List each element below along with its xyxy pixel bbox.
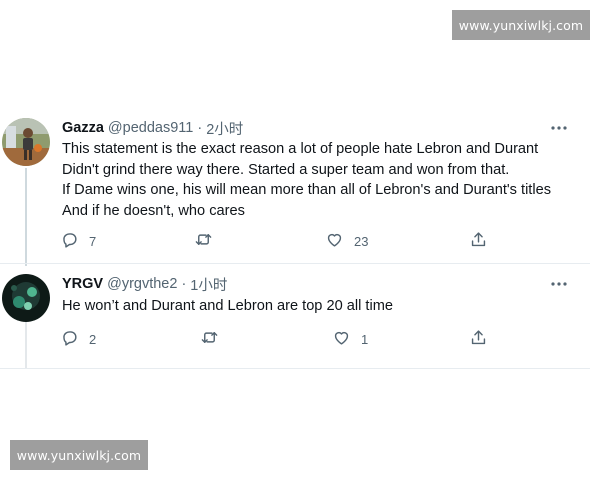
reply-count: 2: [89, 331, 97, 347]
avatar[interactable]: [2, 118, 50, 166]
more-horizontal-icon[interactable]: [548, 277, 570, 291]
like-count: 1: [361, 331, 369, 347]
watermark-top: www.yunxiwlkj.com: [452, 10, 590, 40]
retweet-icon: [194, 230, 213, 252]
like-icon: [332, 328, 351, 350]
retweet-icon: [200, 328, 219, 350]
share-button[interactable]: [469, 328, 488, 350]
tweet-text-line: If Dame wins one, his will mean more tha…: [62, 182, 552, 198]
watermark-bottom: www.yunxiwlkj.com: [10, 440, 148, 470]
reply-count: 7: [89, 233, 97, 249]
tweet-yrgv[interactable]: YRGV @yrgvthe2 · 1小时 He won’t and Durant…: [0, 270, 590, 370]
display-name[interactable]: YRGV: [62, 276, 103, 292]
separator-dot: ·: [181, 276, 187, 292]
reply-button[interactable]: 7: [60, 230, 96, 252]
like-button[interactable]: 1: [332, 328, 368, 350]
tweet-text-line: This statement is the exact reason a lot…: [62, 141, 539, 157]
tweet-text-line: And if he doesn't, who cares: [62, 202, 245, 219]
avatar-photo-basketball-court: [2, 118, 50, 166]
timestamp[interactable]: 2小时: [206, 118, 243, 139]
retweet-button[interactable]: [200, 328, 219, 350]
share-icon: [469, 328, 488, 350]
avatar-photo-dark-green: [2, 274, 50, 322]
tweet-header: Gazza @peddas911 · 2小时: [62, 118, 243, 138]
separator-dot: ·: [197, 120, 203, 136]
user-handle[interactable]: @yrgvthe2: [107, 276, 177, 292]
avatar[interactable]: [2, 274, 50, 322]
like-icon: [325, 230, 344, 252]
reply-icon: [60, 230, 79, 252]
tweet-actions: 2 1: [60, 328, 500, 350]
tweet-text: He won’t and Durant and Lebron are top 2…: [62, 296, 582, 317]
tweet-actions: 7 23: [60, 230, 500, 252]
tweet-divider: [0, 368, 590, 369]
like-button[interactable]: 23: [325, 230, 368, 252]
share-icon: [469, 230, 488, 252]
display-name[interactable]: Gazza: [62, 120, 104, 136]
tweet-divider: [0, 263, 590, 264]
timestamp[interactable]: 1小时: [190, 274, 227, 295]
tweet-gazza[interactable]: Gazza @peddas911 · 2小时 This statement is…: [0, 110, 590, 270]
user-handle[interactable]: @peddas911: [108, 120, 193, 136]
tweet-text: This statement is the exact reason a lot…: [62, 139, 582, 221]
like-count: 23: [354, 233, 369, 249]
reply-button[interactable]: 2: [60, 328, 96, 350]
tweet-text-line: Didn't grind there way there. Started a …: [62, 161, 510, 178]
share-button[interactable]: [469, 230, 488, 252]
tweet-text-line: He won’t and Durant and Lebron are top 2…: [62, 298, 393, 314]
reply-icon: [60, 328, 79, 350]
more-horizontal-icon[interactable]: [548, 121, 570, 135]
retweet-button[interactable]: [194, 230, 213, 252]
tweet-header: YRGV @yrgvthe2 · 1小时: [62, 274, 227, 294]
